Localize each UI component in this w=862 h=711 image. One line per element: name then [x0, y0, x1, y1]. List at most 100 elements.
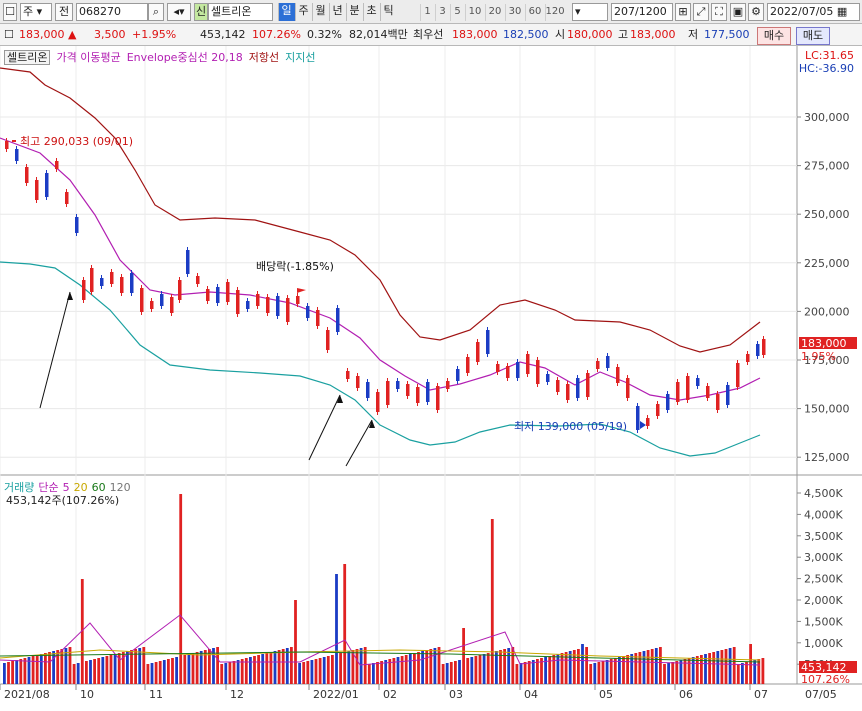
price-chart-area[interactable]: 300,000275,000250,000225,000200,000175,0…	[0, 46, 862, 711]
volume-bar	[626, 655, 629, 684]
date-picker[interactable]: 2022/07/05 ▦	[767, 3, 860, 21]
market-select[interactable]: 주 ▾	[20, 3, 52, 21]
open-price: 180,000	[567, 28, 613, 41]
legend-stock-name[interactable]: 셀트리온	[4, 50, 51, 65]
date-axis-label: 2021/08	[4, 688, 50, 701]
volume-bar	[355, 649, 359, 684]
volume-bar	[654, 648, 658, 684]
interval-120[interactable]: 120	[544, 4, 565, 21]
volume-bar	[52, 651, 55, 684]
menu-icon[interactable]: ☐	[3, 3, 17, 21]
interval-5[interactable]: 5	[449, 4, 465, 21]
volume-bar	[601, 661, 605, 684]
date-axis-label: 07/05	[805, 688, 837, 701]
volume-bar	[322, 657, 326, 684]
period-tick[interactable]: 틱	[379, 3, 397, 21]
candle-body	[686, 376, 690, 400]
market2-button[interactable]: 전	[55, 3, 73, 21]
price-axis-label: 150,000	[804, 403, 850, 416]
volume-bar	[240, 659, 244, 684]
date-axis-label: 06	[679, 688, 693, 701]
calendar-icon: ▦	[836, 5, 848, 18]
candle-body	[496, 364, 500, 372]
volume-bar	[597, 662, 601, 684]
volume-bar	[167, 659, 170, 684]
high-label: 고	[618, 28, 629, 41]
interval-30[interactable]: 30	[504, 4, 525, 21]
period-group: 일주월년분초틱	[277, 3, 397, 21]
period-day[interactable]: 일	[277, 3, 295, 21]
volume-bar	[552, 655, 556, 684]
volume-bar	[458, 660, 461, 684]
period-second[interactable]: 초	[362, 3, 380, 21]
volume-bar	[404, 655, 408, 684]
volume-bar	[454, 661, 457, 684]
save-icon[interactable]: ▣	[730, 3, 746, 21]
candle-body	[150, 301, 154, 309]
volume-bar	[728, 648, 732, 684]
sound-icon[interactable]: ◂▾	[167, 3, 191, 21]
volume-bar	[294, 600, 297, 684]
candle-body	[756, 344, 760, 356]
period-year[interactable]: 년	[328, 3, 346, 21]
stock-code-input[interactable]: 068270	[76, 3, 148, 21]
buy-button[interactable]: 매수	[757, 27, 791, 45]
sell-button[interactable]: 매도	[796, 27, 830, 45]
candle-body	[75, 217, 79, 233]
volume-bar	[671, 662, 675, 684]
interval-3[interactable]: 3	[434, 4, 450, 21]
zoom-icon[interactable]: ⤢	[693, 3, 709, 21]
volume-bar	[23, 658, 27, 684]
volume-bar	[171, 658, 174, 684]
volume-bar	[302, 662, 306, 684]
fullscreen-icon[interactable]: ⛶	[711, 3, 727, 21]
interval-1[interactable]: 1	[419, 4, 435, 21]
period-month[interactable]: 월	[311, 3, 329, 21]
candle-body	[236, 290, 240, 314]
gear-icon[interactable]: ⚙	[748, 3, 764, 21]
candle-body	[356, 376, 360, 388]
open-label: 시	[555, 28, 566, 41]
interval-60[interactable]: 60	[524, 4, 545, 21]
volume-bar	[486, 653, 490, 684]
volume-bar	[679, 660, 683, 684]
candle-body	[45, 173, 49, 197]
candle-body	[65, 192, 69, 204]
stock-name-field[interactable]: 셀트리온	[208, 3, 273, 21]
volume-bar	[585, 647, 588, 684]
candle-body	[516, 362, 520, 378]
volume-bar	[745, 662, 748, 684]
date-axis-label: 10	[80, 688, 94, 701]
volume-bar	[281, 649, 285, 684]
data-count-field[interactable]: 207/1200	[611, 3, 673, 21]
custom-interval-select[interactable]: ▾	[572, 3, 608, 21]
expand-icon[interactable]: ☐	[4, 27, 14, 44]
volume-bar	[527, 661, 531, 684]
candle-body	[55, 161, 59, 169]
volume-bar	[64, 648, 68, 684]
volume-bar	[478, 655, 482, 684]
candle-body	[636, 406, 640, 430]
legend-ma: 가격 이동평균	[56, 51, 121, 64]
lc-label: LC:31.65	[804, 49, 854, 62]
volume-bar	[667, 663, 670, 684]
interval-20[interactable]: 20	[484, 4, 505, 21]
volume-bar	[76, 663, 80, 684]
period-minute[interactable]: 분	[345, 3, 363, 21]
data-total: /1200	[635, 5, 667, 18]
layout-icon[interactable]: ⊞	[675, 3, 691, 21]
candle-body	[366, 382, 370, 398]
period-week[interactable]: 주	[294, 3, 312, 21]
low-label: 저	[688, 28, 699, 41]
volume-bar	[154, 662, 158, 684]
volume-bar	[548, 656, 552, 684]
search-icon[interactable]: ⌕	[148, 3, 164, 21]
volume-bar	[425, 650, 429, 684]
interval-10[interactable]: 10	[464, 4, 485, 21]
volume-bar	[408, 654, 412, 684]
volume-bar	[60, 649, 64, 684]
volume-bar	[72, 664, 76, 684]
volume-bar	[720, 650, 724, 684]
volume-bar	[183, 655, 187, 684]
current-price: 183,000 ▲	[19, 27, 76, 44]
